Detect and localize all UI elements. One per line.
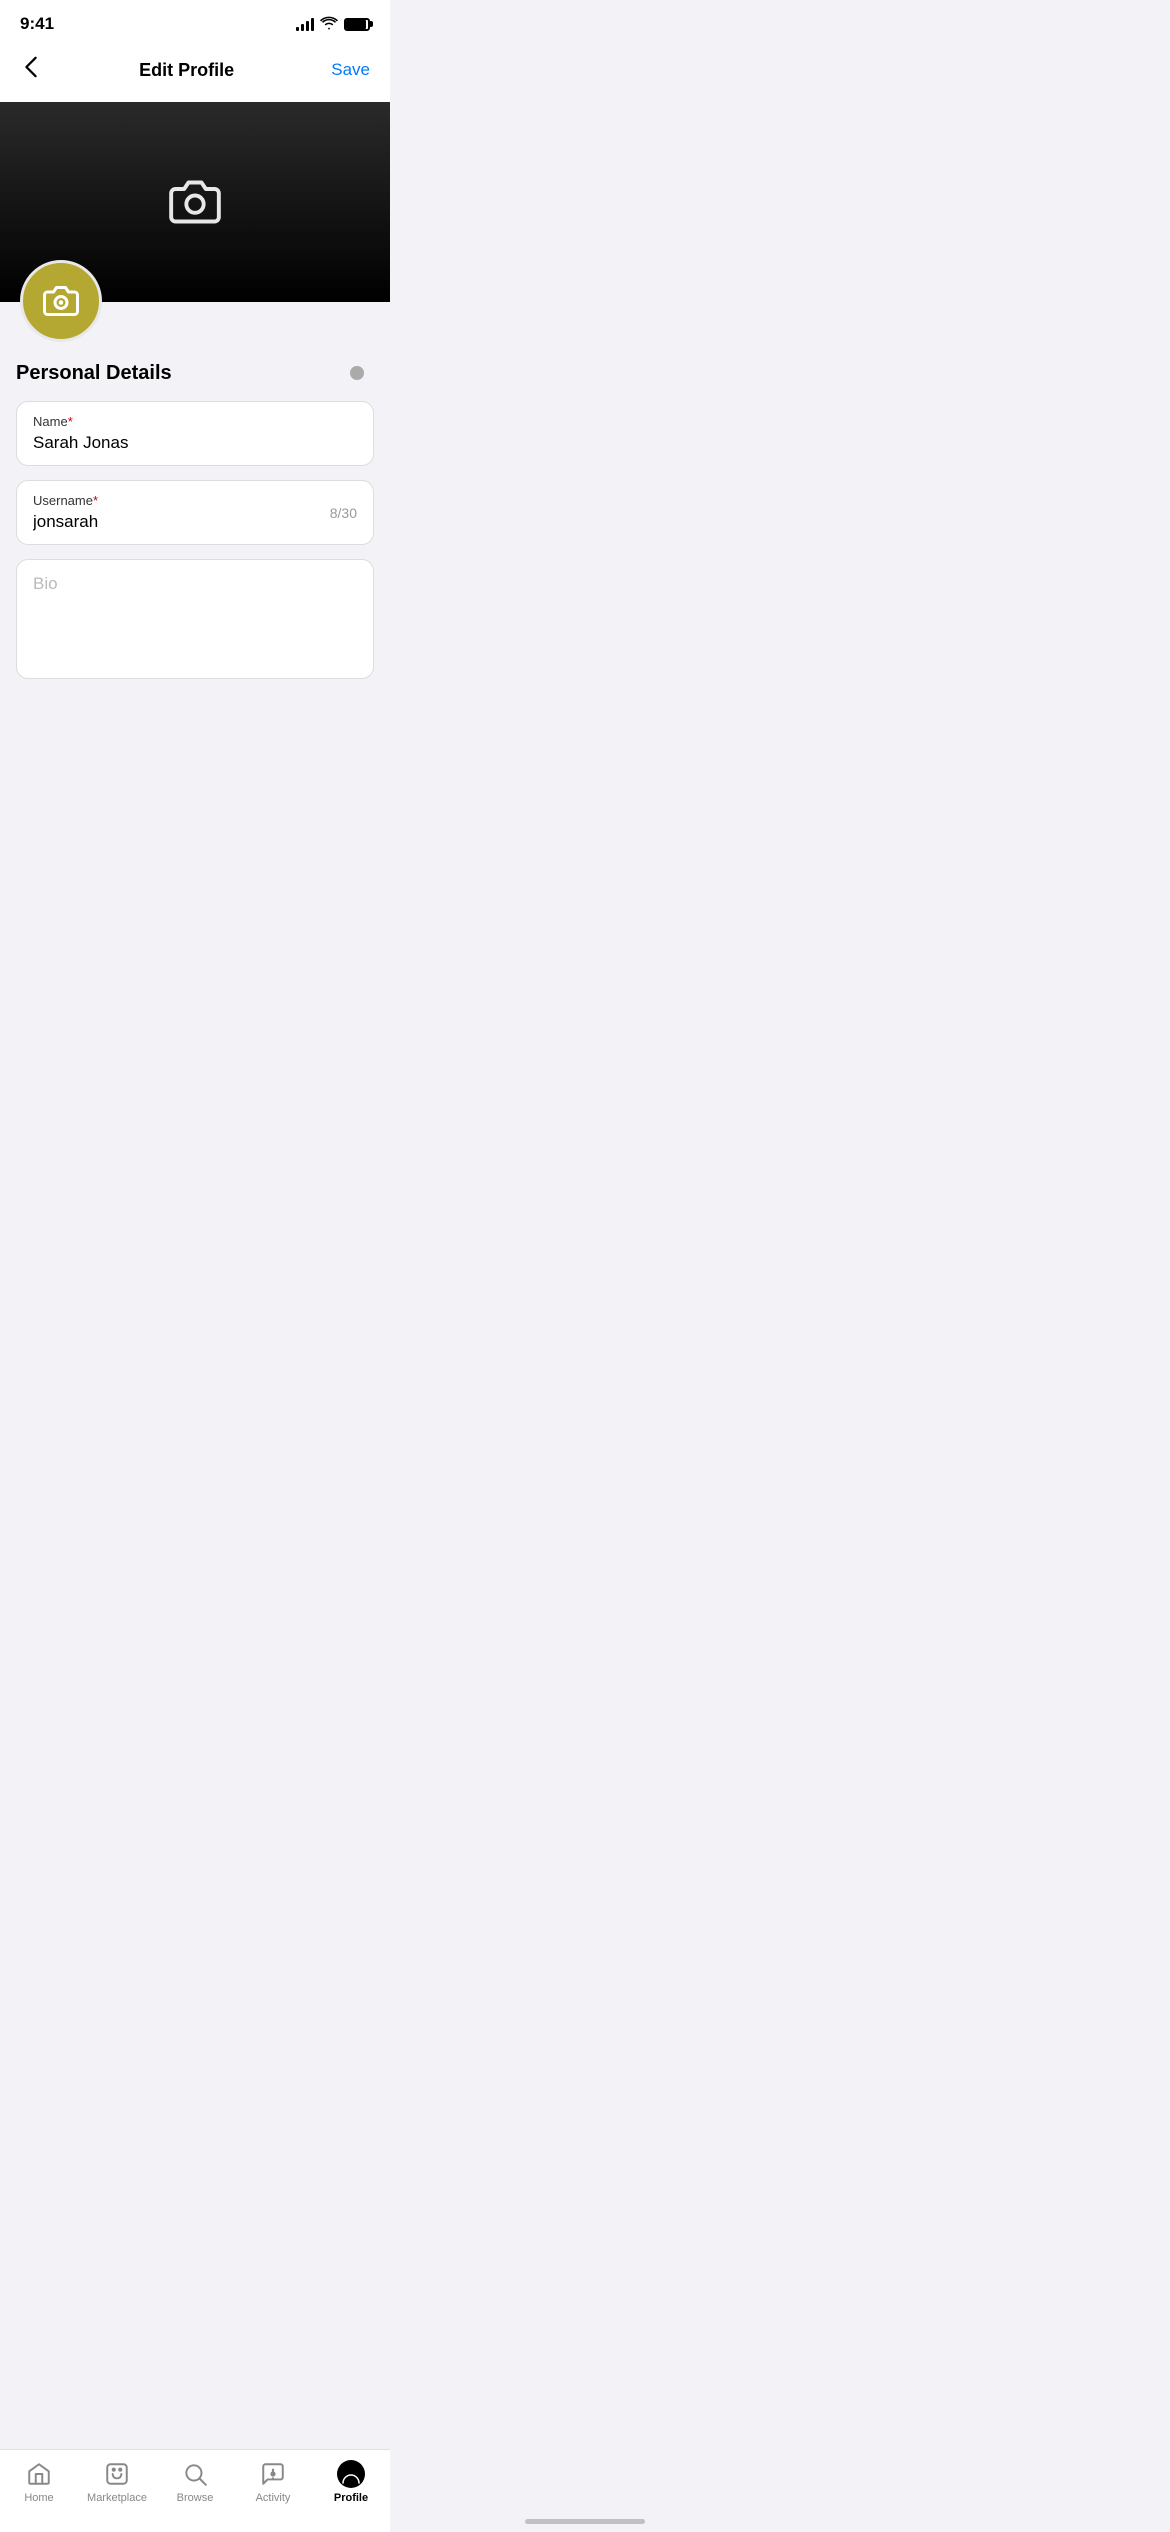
bio-placeholder: Bio (33, 574, 58, 593)
avatar-camera-button[interactable] (20, 260, 102, 342)
tab-browse[interactable]: Browse (156, 2460, 234, 2504)
username-label: Username* (33, 493, 330, 508)
username-input[interactable] (33, 512, 330, 532)
activity-icon (259, 2460, 287, 2488)
tab-marketplace[interactable]: Marketplace (78, 2460, 156, 2504)
avatar[interactable] (20, 260, 102, 342)
name-input[interactable] (33, 433, 357, 453)
battery-icon (344, 18, 370, 31)
browse-icon (181, 2460, 209, 2488)
banner-image[interactable] (0, 102, 390, 302)
nav-bar: Edit Profile Save (0, 42, 390, 102)
username-row: Username* 8/30 (33, 493, 357, 532)
tab-activity[interactable]: Activity (234, 2460, 312, 2504)
signal-icon (296, 17, 314, 31)
save-button[interactable]: Save (331, 60, 370, 80)
wifi-icon (320, 16, 338, 33)
status-time: 9:41 (20, 14, 54, 34)
username-field-group: Username* 8/30 (16, 480, 374, 545)
tab-browse-label: Browse (177, 2492, 214, 2504)
tab-activity-label: Activity (256, 2492, 291, 2504)
name-label: Name* (33, 414, 357, 429)
page-title: Edit Profile (139, 60, 234, 81)
name-field-group: Name* (16, 401, 374, 466)
username-required: * (93, 493, 98, 508)
marketplace-icon (103, 2460, 131, 2488)
tab-home-label: Home (24, 2492, 53, 2504)
username-counter: 8/30 (330, 505, 357, 521)
scroll-indicator (350, 366, 364, 380)
banner-camera-icon (169, 176, 221, 228)
section-title: Personal Details (16, 362, 172, 384)
status-icons (296, 16, 370, 33)
tab-profile-label: Profile (334, 2492, 368, 2504)
home-indicator (525, 2519, 645, 2524)
tab-bar: Home Marketplace Browse (0, 2449, 390, 2532)
name-required: * (68, 414, 73, 429)
profile-icon (337, 2460, 365, 2488)
tab-home[interactable]: Home (0, 2460, 78, 2504)
personal-details-header: Personal Details (16, 362, 374, 385)
status-bar: 9:41 (0, 0, 390, 42)
back-button[interactable] (20, 52, 42, 88)
tab-profile[interactable]: Profile (312, 2460, 390, 2504)
bio-field-group[interactable]: Bio (16, 559, 374, 679)
content-area: Personal Details Name* Username* 8/30 Bi… (0, 302, 390, 813)
home-icon (25, 2460, 53, 2488)
tab-marketplace-label: Marketplace (87, 2492, 147, 2504)
